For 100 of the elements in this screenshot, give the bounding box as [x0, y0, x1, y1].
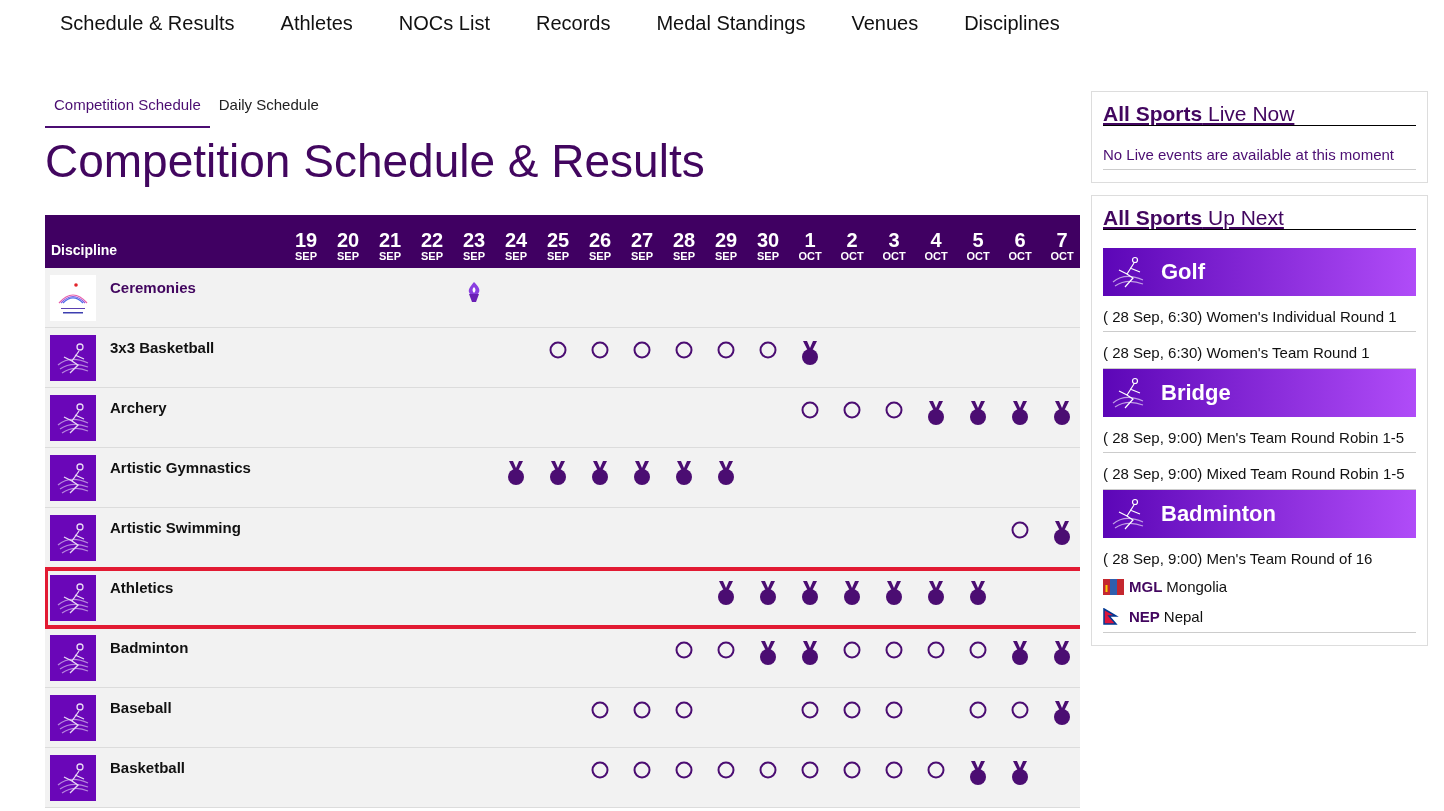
discipline-name[interactable]: Archery — [110, 395, 167, 442]
sport-header[interactable]: Golf — [1103, 247, 1416, 296]
event-line[interactable]: ( 28 Sep, 9:00) Men's Team Round Robin 1-5 — [1103, 416, 1416, 454]
nav-link[interactable]: Records — [535, 8, 611, 88]
medal-icon — [969, 401, 987, 426]
event-circle-icon — [549, 341, 567, 360]
month-label: SEP — [378, 249, 402, 263]
medal-icon — [843, 581, 861, 606]
event-circle-icon — [843, 401, 861, 420]
event-circle-icon — [801, 701, 819, 720]
country-name: Mongolia — [1166, 577, 1228, 598]
medal-icon — [1053, 701, 1071, 726]
discipline-name[interactable]: Badminton — [110, 635, 189, 682]
event-line[interactable]: ( 28 Sep, 6:30) Women's Individual Round 1 — [1103, 295, 1416, 333]
month-label: OCT — [881, 249, 907, 263]
nav-link[interactable]: Medal Standings — [656, 8, 806, 88]
day-number: 19 — [293, 229, 319, 250]
medal-icon — [969, 761, 987, 786]
discipline-name[interactable]: Artistic Swimming — [110, 515, 241, 562]
column-header: Discipline — [51, 241, 118, 258]
day-number: 25 — [545, 229, 571, 250]
month-label: SEP — [630, 249, 654, 263]
event-circle-icon — [591, 761, 609, 780]
medal-icon — [801, 341, 819, 366]
day-number: 5 — [971, 229, 985, 250]
medal-icon — [717, 581, 735, 606]
month-label: OCT — [923, 249, 949, 263]
athlete-figure-icon — [50, 515, 96, 562]
nav-link[interactable]: Venues — [851, 8, 919, 88]
discipline-name[interactable]: Baseball — [110, 695, 172, 742]
medal-icon — [1053, 401, 1071, 426]
day-number: 21 — [377, 229, 403, 250]
event-circle-icon — [885, 401, 903, 420]
medal-icon — [801, 581, 819, 606]
nav-link[interactable]: Disciplines — [964, 8, 1060, 88]
event-circle-icon — [675, 341, 693, 360]
medal-icon — [1011, 401, 1029, 426]
event-line[interactable]: ( 28 Sep, 9:00) Mixed Team Round Robin 1-5 — [1103, 453, 1416, 490]
nav-link[interactable]: Athletes — [280, 8, 353, 88]
sport-header[interactable]: Badminton — [1103, 489, 1416, 538]
sport-name: Badminton — [1161, 500, 1276, 529]
month-label: SEP — [420, 249, 444, 263]
medal-icon — [1053, 641, 1071, 666]
day-number: 26 — [587, 229, 613, 250]
month-label: SEP — [336, 249, 360, 263]
event-circle-icon — [717, 341, 735, 360]
discipline-name[interactable]: Athletics — [110, 575, 174, 622]
month-label: SEP — [462, 249, 486, 263]
event-circle-icon — [927, 641, 945, 660]
discipline-name[interactable]: Ceremonies — [110, 274, 196, 321]
discipline-name[interactable]: Basketball — [110, 755, 186, 802]
discipline-name[interactable]: 3x3 Basketball — [110, 335, 215, 382]
medal-icon — [633, 461, 651, 486]
country-code: MGL — [1129, 577, 1163, 598]
event-circle-icon — [885, 701, 903, 720]
nav-link[interactable]: NOCs List — [398, 8, 490, 88]
medal-icon — [675, 461, 693, 486]
event-circle-icon — [843, 761, 861, 780]
schedule-tab[interactable]: Daily Schedule — [209, 88, 328, 128]
country-name: Nepal — [1163, 606, 1204, 627]
month-label: OCT — [839, 249, 865, 263]
day-number: 3 — [887, 229, 901, 250]
athlete-figure-icon — [50, 395, 96, 442]
medal-icon — [591, 461, 609, 486]
schedule-tab[interactable]: Competition Schedule — [45, 88, 210, 128]
discipline-name[interactable]: Artistic Gymnastics — [110, 455, 251, 502]
panel-heading[interactable]: All Sports Up Next — [1103, 205, 1416, 230]
month-label: SEP — [588, 249, 612, 263]
month-label: SEP — [504, 249, 528, 263]
medal-icon — [885, 581, 903, 606]
event-circle-icon — [885, 641, 903, 660]
medal-icon — [801, 641, 819, 666]
no-events-message: No Live events are available at this moment — [1103, 144, 1416, 170]
event-line[interactable]: ( 28 Sep, 9:00) Men's Team Round of 16 — [1103, 537, 1416, 574]
panel-heading[interactable]: All Sports Live Now — [1103, 102, 1416, 127]
month-label: OCT — [1049, 249, 1075, 263]
nav-link[interactable]: Schedule & Results — [60, 8, 235, 88]
event-line[interactable]: ( 28 Sep, 6:30) Women's Team Round 1 — [1103, 332, 1416, 369]
flag-icon — [1103, 578, 1125, 596]
medal-icon — [759, 641, 777, 666]
event-circle-icon — [675, 641, 693, 660]
athlete-figure-icon — [50, 335, 96, 382]
event-circle-icon — [843, 641, 861, 660]
day-number: 28 — [671, 229, 697, 250]
event-circle-icon — [969, 641, 987, 660]
event-circle-icon — [633, 701, 651, 720]
month-label: SEP — [546, 249, 570, 263]
sport-header[interactable]: Bridge — [1103, 368, 1416, 417]
day-number: 24 — [503, 229, 529, 250]
sport-name: Golf — [1161, 258, 1205, 287]
event-circle-icon — [717, 761, 735, 780]
day-number: 29 — [713, 229, 739, 250]
medal-icon — [549, 461, 567, 486]
day-number: 30 — [755, 229, 781, 250]
day-number: 23 — [461, 229, 487, 250]
month-label: OCT — [965, 249, 991, 263]
day-number: 22 — [419, 229, 445, 250]
day-number: 6 — [1013, 229, 1027, 250]
month-label: SEP — [294, 249, 318, 263]
sport-name: Bridge — [1161, 379, 1231, 408]
